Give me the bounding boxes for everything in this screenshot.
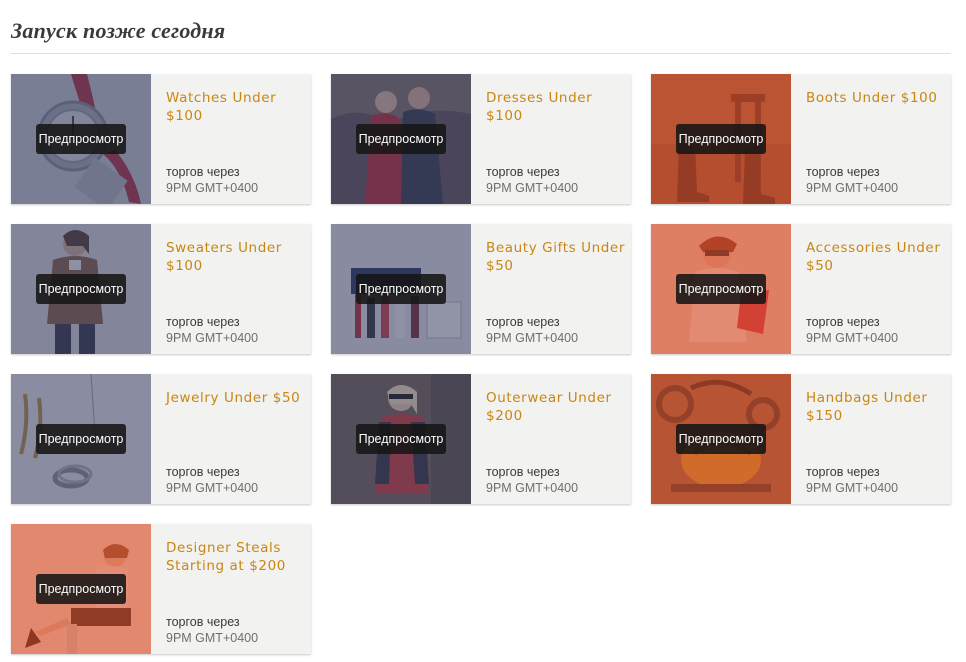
sale-thumbnail[interactable]: Предпросмотр xyxy=(11,524,151,654)
sale-card-accessories[interactable]: Предпросмотр Accessories Under $50 торго… xyxy=(651,224,951,354)
launch-time: 9PM GMT+0400 xyxy=(806,331,899,345)
sale-title[interactable]: Sweaters Under $100 xyxy=(166,239,306,275)
launch-time: 9PM GMT+0400 xyxy=(486,181,579,195)
launch-label: торгов через xyxy=(486,165,560,179)
section-divider xyxy=(11,53,951,54)
launch-label: торгов через xyxy=(486,465,560,479)
preview-button[interactable]: Предпросмотр xyxy=(676,274,766,304)
launch-label: торгов через xyxy=(806,465,880,479)
sale-thumbnail[interactable]: Предпросмотр xyxy=(651,224,791,354)
sale-grid: Предпросмотр Watches Under $100 торгов ч… xyxy=(11,74,956,654)
sale-card-dresses[interactable]: Предпросмотр Dresses Under $100 торгов ч… xyxy=(331,74,631,204)
sale-title[interactable]: Accessories Under $50 xyxy=(806,239,946,275)
launch-time: 9PM GMT+0400 xyxy=(166,331,259,345)
launch-time: 9PM GMT+0400 xyxy=(486,481,579,495)
launch-label: торгов через xyxy=(806,165,880,179)
launch-label: торгов через xyxy=(166,165,240,179)
launch-time: 9PM GMT+0400 xyxy=(166,631,259,645)
launch-label: торгов через xyxy=(166,315,240,329)
sale-thumbnail[interactable]: Предпросмотр xyxy=(331,374,471,504)
sale-thumbnail[interactable]: Предпросмотр xyxy=(11,224,151,354)
sale-card-beauty-gifts[interactable]: Предпросмотр Beauty Gifts Under $50 торг… xyxy=(331,224,631,354)
sale-card-designer-steals[interactable]: Предпросмотр Designer Steals Starting at… xyxy=(11,524,311,654)
page: Запуск позже сегодня Предпросмотр Watche… xyxy=(0,0,966,662)
sale-title[interactable]: Beauty Gifts Under $50 xyxy=(486,239,626,275)
preview-button[interactable]: Предпросмотр xyxy=(36,424,126,454)
sale-thumbnail[interactable]: Предпросмотр xyxy=(11,374,151,504)
preview-button[interactable]: Предпросмотр xyxy=(36,574,126,604)
sale-thumbnail[interactable]: Предпросмотр xyxy=(11,74,151,204)
preview-button[interactable]: Предпросмотр xyxy=(676,124,766,154)
sale-title[interactable]: Dresses Under $100 xyxy=(486,89,626,125)
sale-title[interactable]: Boots Under $100 xyxy=(806,89,946,107)
launch-time: 9PM GMT+0400 xyxy=(806,181,899,195)
launch-time: 9PM GMT+0400 xyxy=(166,481,259,495)
launch-time: 9PM GMT+0400 xyxy=(806,481,899,495)
sale-thumbnail[interactable]: Предпросмотр xyxy=(331,224,471,354)
sale-card-outerwear[interactable]: Предпросмотр Outerwear Under $200 торгов… xyxy=(331,374,631,504)
preview-button[interactable]: Предпросмотр xyxy=(356,274,446,304)
preview-button[interactable]: Предпросмотр xyxy=(36,124,126,154)
sale-card-sweaters[interactable]: Предпросмотр Sweaters Under $100 торгов … xyxy=(11,224,311,354)
sale-title[interactable]: Designer Steals Starting at $200 xyxy=(166,539,306,575)
preview-button[interactable]: Предпросмотр xyxy=(676,424,766,454)
sale-title[interactable]: Watches Under $100 xyxy=(166,89,306,125)
sale-title[interactable]: Outerwear Under $200 xyxy=(486,389,626,425)
sale-thumbnail[interactable]: Предпросмотр xyxy=(651,374,791,504)
preview-button[interactable]: Предпросмотр xyxy=(36,274,126,304)
sale-card-boots[interactable]: Предпросмотр Boots Under $100 торгов чер… xyxy=(651,74,951,204)
sale-title[interactable]: Handbags Under $150 xyxy=(806,389,946,425)
launch-label: торгов через xyxy=(166,465,240,479)
launch-time: 9PM GMT+0400 xyxy=(166,181,259,195)
launch-label: торгов через xyxy=(806,315,880,329)
sale-title[interactable]: Jewelry Under $50 xyxy=(166,389,306,407)
section-title: Запуск позже сегодня xyxy=(11,18,226,43)
launch-label: торгов через xyxy=(166,615,240,629)
preview-button[interactable]: Предпросмотр xyxy=(356,124,446,154)
preview-button[interactable]: Предпросмотр xyxy=(356,424,446,454)
sale-thumbnail[interactable]: Предпросмотр xyxy=(651,74,791,204)
sale-card-handbags[interactable]: Предпросмотр Handbags Under $150 торгов … xyxy=(651,374,951,504)
sale-card-jewelry[interactable]: Предпросмотр Jewelry Under $50 торгов че… xyxy=(11,374,311,504)
sale-card-watches[interactable]: Предпросмотр Watches Under $100 торгов ч… xyxy=(11,74,311,204)
launch-label: торгов через xyxy=(486,315,560,329)
launch-time: 9PM GMT+0400 xyxy=(486,331,579,345)
sale-thumbnail[interactable]: Предпросмотр xyxy=(331,74,471,204)
